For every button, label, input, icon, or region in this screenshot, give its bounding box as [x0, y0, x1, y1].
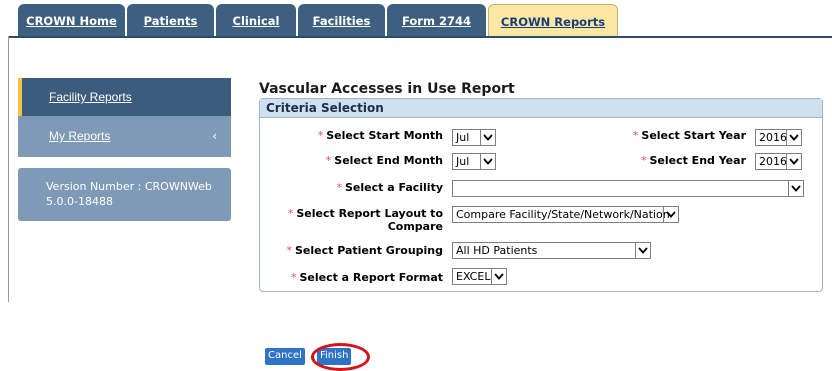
chevron-down-icon [491, 269, 506, 284]
report-layout-value: Compare Facility/State/Network/Nation [456, 208, 670, 221]
tab-form-2744[interactable]: Form 2744 [387, 4, 486, 36]
tab-crown-reports[interactable]: CROWN Reports [488, 4, 618, 36]
end-month-label: * Select End Month [326, 154, 443, 167]
chevron-down-icon [786, 154, 801, 169]
end-year-label: * Select End Year [641, 154, 746, 167]
required-marker: * [287, 207, 294, 220]
start-month-select[interactable]: Jul [452, 129, 496, 146]
start-year-select[interactable]: 2016 [755, 129, 802, 146]
cancel-button[interactable]: Cancel [265, 348, 305, 365]
required-marker: * [640, 154, 647, 167]
required-marker: * [336, 181, 342, 194]
report-format-label-text: Select a Report Format [299, 271, 443, 284]
end-month-value: Jul [456, 155, 470, 168]
required-marker: * [286, 244, 292, 257]
end-year-select[interactable]: 2016 [755, 153, 802, 170]
tab-crown-home[interactable]: CROWN Home [18, 4, 125, 36]
start-year-label-text: Select Start Year [641, 129, 746, 142]
tab-bar-divider [8, 36, 832, 38]
top-nav-tabs: CROWN Home Patients Clinical Facilities … [18, 4, 618, 36]
facility-select[interactable] [452, 180, 804, 197]
sidebar-item-my-reports[interactable]: My Reports ‹ [18, 116, 231, 157]
sidebar-item-label[interactable]: Facility Reports [49, 90, 132, 104]
version-number: 5.0.0-18488 [46, 195, 113, 208]
required-marker: * [325, 154, 332, 167]
chevron-down-icon [635, 243, 650, 258]
facility-label-text: Select a Facility [344, 181, 443, 194]
patient-grouping-select[interactable]: All HD Patients [452, 242, 651, 259]
finish-button[interactable]: Finish [317, 348, 352, 365]
start-month-value: Jul [456, 131, 470, 144]
report-format-label: * Select a Report Format [291, 271, 443, 284]
patient-grouping-label-text: Select Patient Grouping [294, 244, 443, 257]
report-layout-label: * Select Report Layout to Compare [288, 207, 443, 233]
start-month-label: * Select Start Month [318, 129, 443, 142]
chevron-down-icon [788, 181, 803, 196]
page-title: Vascular Accesses in Use Report [259, 81, 515, 97]
required-marker: * [317, 129, 324, 142]
patient-grouping-label: * Select Patient Grouping [286, 244, 443, 257]
tab-patients[interactable]: Patients [127, 4, 214, 36]
version-label: Version Number : CROWNWeb [46, 180, 212, 193]
end-month-label-text: Select End Month [334, 154, 443, 167]
page-left-border [8, 36, 9, 302]
patient-grouping-value: All HD Patients [456, 244, 538, 257]
end-year-value: 2016 [759, 155, 787, 168]
chevron-down-icon [480, 154, 495, 169]
chevron-left-icon: ‹ [212, 129, 217, 143]
start-month-label-text: Select Start Month [326, 129, 443, 142]
tab-facilities[interactable]: Facilities [298, 4, 385, 36]
report-format-select[interactable]: EXCEL [452, 268, 507, 285]
end-month-select[interactable]: Jul [452, 153, 496, 170]
chevron-down-icon [786, 130, 801, 145]
start-year-label: * Select Start Year [633, 129, 746, 142]
version-info-box: Version Number : CROWNWeb 5.0.0-18488 [18, 168, 231, 221]
report-layout-label-text: Select Report Layout to [296, 207, 443, 220]
facility-label: * Select a Facility [336, 181, 443, 194]
criteria-header: Criteria Selection [260, 99, 822, 118]
end-year-label-text: Select End Year [649, 154, 746, 167]
required-marker: * [632, 129, 639, 142]
required-marker: * [290, 271, 297, 284]
report-format-value: EXCEL [456, 270, 491, 283]
sidebar-item-label[interactable]: My Reports [49, 129, 110, 143]
report-layout-label-text-2: Compare [387, 220, 443, 233]
sidebar-item-facility-reports[interactable]: Facility Reports [18, 78, 231, 116]
chevron-down-icon [480, 130, 495, 145]
start-year-value: 2016 [759, 131, 787, 144]
tab-clinical[interactable]: Clinical [216, 4, 296, 36]
report-layout-select[interactable]: Compare Facility/State/Network/Nation [452, 206, 679, 223]
chevron-down-icon [663, 207, 678, 222]
